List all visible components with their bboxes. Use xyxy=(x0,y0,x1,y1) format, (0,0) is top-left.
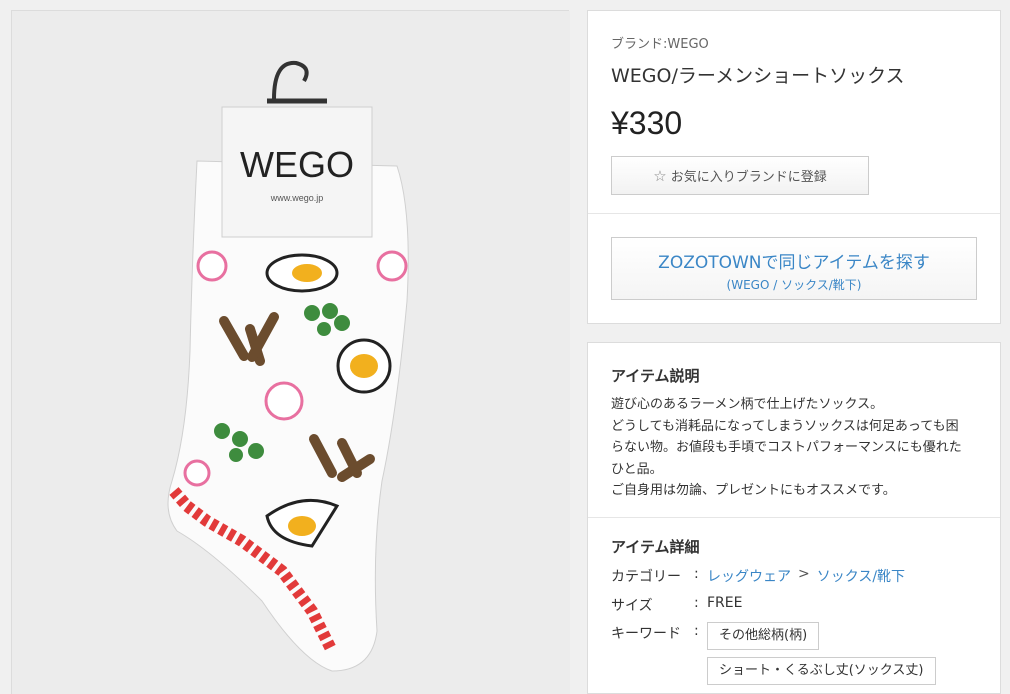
description-title: アイテム説明 xyxy=(611,367,700,385)
category-link-socks[interactable]: ソックス/靴下 xyxy=(817,566,905,586)
brand-line[interactable]: ブランド:WEGO xyxy=(611,33,709,52)
favorite-brand-button[interactable]: ☆ お気に入りブランドに登録 xyxy=(611,156,869,195)
item-description-card: アイテム説明 遊び心のあるラーメン柄で仕上げたソックス。 どうしても消耗品になっ… xyxy=(587,342,1001,694)
product-price: ¥330 xyxy=(611,105,683,141)
zozotown-button-main: ZOZOTOWNで同じアイテムを探す xyxy=(658,253,930,273)
product-title: WEGO/ラーメンショートソックス xyxy=(611,65,905,87)
description-line: らない物。お値段も手頃でコストパフォーマンスにも優れた xyxy=(611,440,962,455)
details-title: アイテム詳細 xyxy=(611,538,700,556)
size-label: サイズ xyxy=(611,598,653,614)
tag-logo: WEGO xyxy=(240,144,354,185)
favorite-brand-label: お気に入りブランドに登録 xyxy=(670,170,827,185)
category-link-legwear[interactable]: レッグウェア xyxy=(707,566,791,586)
zozotown-search-button[interactable]: ZOZOTOWNで同じアイテムを探す (WEGO / ソックス/靴下) xyxy=(611,237,977,300)
description-line: どうしても消耗品になってしまうソックスは何足あっても困 xyxy=(611,418,959,434)
product-image: WEGO www.wego.jp xyxy=(12,11,570,694)
zozotown-button-sub: (WEGO / ソックス/靴下) xyxy=(726,278,862,292)
keyword-row: キーワード : xyxy=(611,623,707,643)
keyword-tag[interactable]: ショート・くるぶし丈(ソックス丈) xyxy=(707,657,936,685)
description-line: ひと品。 xyxy=(611,461,663,477)
category-row: カテゴリー : レッグウェア > ソックス/靴下 xyxy=(611,566,905,586)
breadcrumb-separator: > xyxy=(798,566,810,582)
divider xyxy=(588,517,1000,518)
description-line: 遊び心のあるラーメン柄で仕上げたソックス。 xyxy=(611,397,884,412)
colon: : xyxy=(694,623,699,639)
product-image-panel: WEGO www.wego.jp xyxy=(11,10,570,694)
product-info-card: ブランド:WEGO WEGO/ラーメンショートソックス ¥330 ☆ お気に入り… xyxy=(587,10,1001,324)
divider xyxy=(588,213,1000,214)
tag-url: www.wego.jp xyxy=(270,193,324,203)
description-line: ご自身用は勿論、プレゼントにもオススメです。 xyxy=(611,483,896,498)
size-value: FREE xyxy=(707,595,743,611)
colon: : xyxy=(694,595,699,611)
description-text: 遊び心のあるラーメン柄で仕上げたソックス。 どうしても消耗品になってしまうソック… xyxy=(611,394,986,502)
keyword-tag[interactable]: その他総柄(柄) xyxy=(707,622,820,650)
size-row: サイズ : FREE xyxy=(611,595,742,615)
star-outline-icon: ☆ xyxy=(653,166,667,185)
category-label: カテゴリー xyxy=(611,569,681,585)
keyword-label: キーワード xyxy=(611,626,681,642)
colon: : xyxy=(694,566,699,582)
